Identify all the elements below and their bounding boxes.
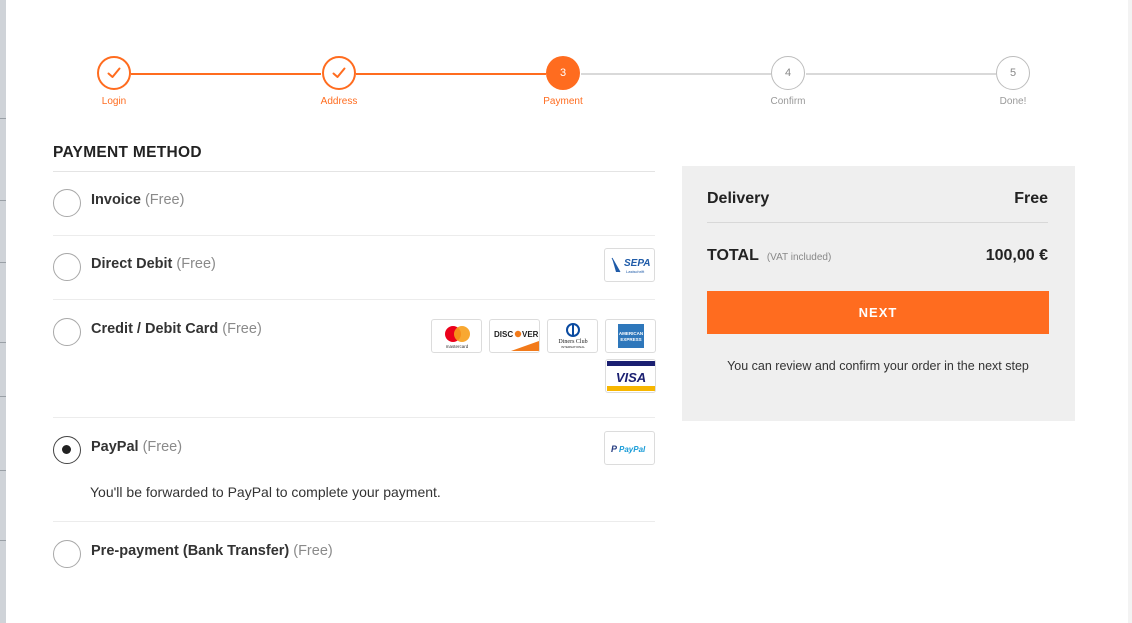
step-label-login: Login — [101, 96, 127, 107]
total-value: 100,00 € — [985, 247, 1048, 264]
stepper-connector-1 — [131, 73, 321, 75]
step-address[interactable]: Address — [299, 56, 379, 107]
divider — [53, 521, 655, 522]
option-fee-credit-card: (Free) — [222, 321, 262, 337]
invoice-radio[interactable] — [53, 189, 81, 217]
option-fee-paypal: (Free) — [142, 439, 183, 455]
svg-text:PayPal: PayPal — [619, 445, 646, 454]
check-icon — [97, 56, 131, 90]
svg-text:INTERNATIONAL: INTERNATIONAL — [561, 345, 585, 349]
american-express-logo: AMERICAN EXPRESS — [605, 319, 656, 353]
mastercard-logo: mastercard — [431, 319, 482, 353]
step-confirm: 4 Confirm — [748, 56, 828, 107]
paypal-radio[interactable] — [53, 436, 81, 464]
direct-debit-radio[interactable] — [53, 253, 81, 281]
step-label-confirm: Confirm — [770, 96, 806, 107]
step-label-payment: Payment — [543, 96, 583, 107]
next-button[interactable]: NEXT — [707, 291, 1049, 334]
vat-note: (VAT included) — [766, 252, 832, 263]
total-row: TOTAL (VAT included) 100,00 € — [707, 247, 1048, 265]
payment-method-title: PAYMENT METHOD — [53, 144, 202, 161]
step-login[interactable]: Login — [74, 56, 154, 107]
svg-text:Lastschrift: Lastschrift — [626, 269, 645, 274]
divider — [53, 417, 655, 418]
step-number-4: 4 — [771, 56, 805, 90]
paypal-logo: P PayPal — [604, 431, 655, 465]
step-number-3: 3 — [546, 56, 580, 90]
sepa-logo: SEPA Lastschrift — [604, 248, 655, 282]
option-fee-prepayment: (Free) — [293, 543, 333, 559]
check-icon — [322, 56, 356, 90]
step-label-address: Address — [320, 96, 358, 107]
payment-option-prepayment[interactable]: Pre-payment (Bank Transfer) (Free) — [53, 540, 655, 570]
stepper-connector-3 — [581, 73, 771, 75]
step-number-5: 5 — [996, 56, 1030, 90]
step-payment: 3 Payment — [523, 56, 603, 107]
stepper-connector-4 — [806, 73, 996, 75]
option-name-direct-debit: Direct Debit — [91, 256, 173, 272]
payment-option-direct-debit[interactable]: Direct Debit (Free) — [53, 253, 655, 283]
delivery-value: Free — [1014, 190, 1048, 207]
svg-text:VISA: VISA — [615, 370, 645, 385]
divider — [53, 235, 655, 236]
paypal-forward-note: You'll be forwarded to PayPal to complet… — [90, 484, 441, 500]
option-fee-invoice: (Free) — [144, 192, 185, 208]
payment-option-paypal[interactable]: PayPal (Free) — [53, 436, 655, 466]
svg-text:EXPRESS: EXPRESS — [620, 337, 641, 342]
visa-logo: VISA — [605, 359, 656, 393]
step-label-done: Done! — [999, 96, 1027, 107]
discover-logo: DISC VER — [489, 319, 540, 353]
review-note: You can review and confirm your order in… — [727, 359, 1029, 373]
option-name-paypal: PayPal — [91, 439, 139, 455]
step-done: 5 Done! — [973, 56, 1053, 107]
svg-text:AMERICAN: AMERICAN — [618, 331, 642, 336]
option-fee-direct-debit: (Free) — [176, 256, 216, 272]
svg-text:SEPA: SEPA — [624, 258, 651, 269]
svg-text:P: P — [611, 444, 618, 454]
stepper-connector-2 — [356, 73, 546, 75]
delivery-label: Delivery — [707, 190, 770, 207]
divider — [53, 171, 655, 172]
credit-card-radio[interactable] — [53, 318, 81, 346]
diners-club-logo: Diners Club INTERNATIONAL — [547, 319, 598, 353]
svg-text:DISC: DISC — [494, 330, 513, 339]
checkout-stepper: Login Address 3 Payment 4 Confirm 5 Done… — [0, 56, 1132, 116]
radio-selected-dot — [62, 445, 71, 454]
payment-option-invoice[interactable]: Invoice (Free) — [53, 189, 655, 219]
option-name-invoice: Invoice — [91, 192, 141, 208]
option-name-credit-card: Credit / Debit Card — [91, 321, 219, 337]
option-name-prepayment: Pre-payment (Bank Transfer) — [91, 543, 290, 559]
svg-text:VER: VER — [522, 330, 539, 339]
divider — [707, 222, 1048, 223]
divider — [53, 299, 655, 300]
order-summary: Delivery Free TOTAL (VAT included) 100,00… — [682, 166, 1075, 421]
delivery-row: Delivery Free — [707, 190, 1048, 208]
prepayment-radio[interactable] — [53, 540, 81, 568]
total-label: TOTAL — [707, 247, 759, 264]
svg-text:mastercard: mastercard — [445, 344, 468, 349]
